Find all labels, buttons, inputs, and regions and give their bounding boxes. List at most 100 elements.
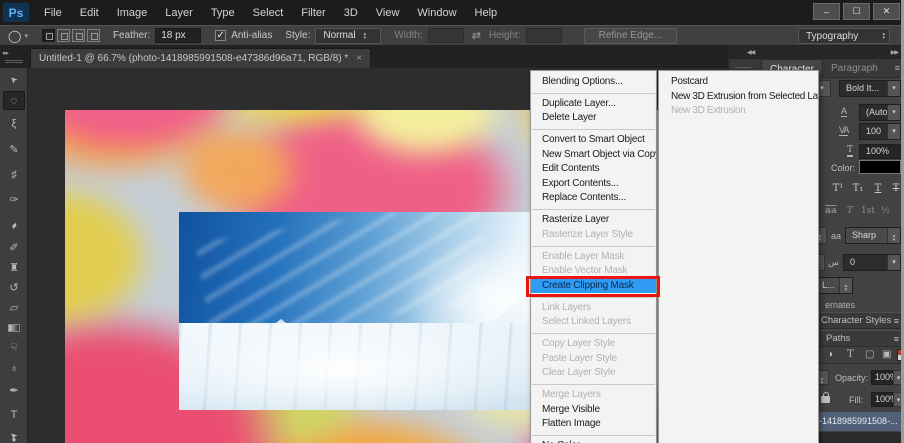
menu-item[interactable]: New Smart Object via Copy [531, 148, 656, 163]
layer-context-menu: Blending Options... Duplicate Layer... D… [530, 70, 657, 443]
language-dropdown[interactable]: L... ▴ ▾ [815, 277, 853, 294]
panel-menu-icon[interactable]: ≡ [894, 331, 899, 347]
clone-stamp-tool[interactable]: ♜ [3, 258, 25, 277]
adjustment-filter-icon[interactable]: ◑ [827, 349, 833, 360]
menu-view[interactable]: View [367, 3, 409, 23]
panel-menu-icon[interactable]: ≡ [894, 313, 899, 329]
panel-grip[interactable] [735, 67, 751, 68]
document-tab[interactable]: Untitled-1 @ 66.7% (photo-1418985991508-… [30, 48, 372, 68]
type-filter-icon[interactable]: T [847, 349, 854, 360]
menu-item[interactable]: New 3D Extrusion from Selected Layer [659, 90, 818, 105]
menu-item[interactable]: Export Contents... [531, 177, 656, 192]
brush-tool[interactable]: ✐ [3, 238, 25, 257]
intersect-selection-button[interactable] [86, 29, 100, 42]
minimize-button[interactable]: – [813, 3, 840, 20]
menu-item[interactable]: Blending Options... [531, 75, 656, 90]
smudge-tool[interactable]: ☟ [3, 338, 25, 357]
text-color-swatch[interactable] [859, 160, 901, 174]
refine-edge-button[interactable]: Refine Edge... [583, 27, 677, 44]
menu-layer[interactable]: Layer [156, 3, 202, 23]
eyedropper-tool[interactable]: ✑ [3, 190, 25, 209]
menu-filter[interactable]: Filter [292, 3, 334, 23]
superscript-button[interactable]: T¹ [829, 182, 847, 196]
toolbar-expand-icon[interactable]: ▸▸ [3, 49, 9, 57]
add-to-selection-button[interactable] [56, 29, 70, 42]
gradient-tool[interactable] [3, 318, 25, 337]
anti-alias-dropdown[interactable]: Sharp ▴ ▾ [845, 227, 901, 244]
panel-menu-icon[interactable]: ≡ [895, 63, 900, 73]
font-style-dropdown[interactable]: Bold It... ▾ [839, 80, 901, 97]
expand-panels-icon[interactable]: ▶▶ [891, 49, 899, 56]
menu-item[interactable]: No Color [531, 439, 656, 443]
tab-paragraph[interactable]: Paragraph [823, 59, 886, 78]
toolbar-header: ▸▸ [0, 47, 28, 68]
collapse-panels-icon[interactable]: ◀◀ [747, 49, 755, 56]
menu-item: Rasterize Layer Style [542, 228, 633, 240]
underline-button[interactable]: T [869, 182, 887, 196]
menu-type[interactable]: Type [202, 3, 244, 23]
menu-help[interactable]: Help [466, 3, 507, 23]
type-tool[interactable]: T [3, 405, 25, 424]
close-button[interactable]: ✕ [873, 3, 900, 20]
fractions-button[interactable]: ½ [881, 206, 890, 216]
lasso-tool[interactable]: ξ [3, 114, 25, 133]
eraser-tool[interactable]: ▱ [3, 298, 25, 317]
smart-object-filter-icon[interactable]: ▣ [882, 349, 891, 360]
menu-item[interactable]: Merge Visible [531, 403, 656, 418]
menu-item[interactable]: Convert to Smart Object [531, 133, 656, 148]
menu-item[interactable]: Postcard [659, 75, 818, 90]
menu-item[interactable]: Flatten Image [531, 417, 656, 432]
menu-edit[interactable]: Edit [71, 3, 108, 23]
new-selection-button[interactable] [41, 29, 55, 42]
menu-window[interactable]: Window [408, 3, 465, 23]
menu-separator [532, 129, 655, 131]
width-input[interactable] [427, 28, 464, 43]
elliptical-marquee-tool[interactable]: ◌ [3, 91, 25, 110]
move-tool[interactable]: ➤ [3, 70, 25, 89]
menu-item[interactable]: Edit Contents [531, 162, 656, 177]
close-tab-icon[interactable]: × [356, 53, 362, 64]
toolbar-grip[interactable] [5, 60, 23, 61]
menu-select[interactable]: Select [244, 3, 293, 23]
crop-tool[interactable]: ♯ [3, 165, 25, 184]
history-brush-tool[interactable]: ↺ [3, 278, 25, 297]
tracking-dropdown[interactable]: 100 ▾ [859, 123, 901, 140]
subtract-from-selection-button[interactable] [71, 29, 85, 42]
vertical-scale-input[interactable]: 100% [859, 144, 901, 159]
menu-item[interactable]: Delete Layer [531, 111, 656, 126]
menu-file[interactable]: File [35, 3, 71, 23]
menu-image[interactable]: Image [108, 3, 157, 23]
chevron-down-icon: ▾ [887, 105, 900, 120]
dodge-tool[interactable]: ♀ [3, 358, 25, 377]
shape-filter-icon[interactable]: ▢ [865, 349, 874, 360]
opacity-input[interactable]: 100% [871, 370, 898, 385]
healing-brush-tool[interactable]: ▰ [3, 216, 25, 235]
pen-tool[interactable]: ✒ [3, 381, 25, 400]
style-value: Normal [323, 30, 356, 41]
subscript-button[interactable]: T₁ [849, 182, 867, 196]
fill-input[interactable]: 100% [871, 392, 898, 407]
restore-button[interactable]: ☐ [843, 3, 870, 20]
feature-value-dropdown[interactable]: 0 ▾ [843, 254, 901, 271]
height-input[interactable] [525, 28, 562, 43]
panel-collapse-strip: ◀◀ ▶▶ [729, 46, 904, 59]
quick-selection-tool[interactable]: ✎ [3, 140, 25, 159]
discretionary-ligatures-button[interactable]: T [847, 206, 853, 216]
anti-alias-checkbox[interactable]: ✓ [215, 30, 227, 41]
workspace-switcher[interactable]: Typography ▴ ▾ [798, 28, 890, 44]
ordinals-button[interactable]: 1st [861, 206, 875, 216]
lock-icon[interactable] [821, 392, 830, 403]
feature-value: 0 [850, 257, 856, 267]
leading-dropdown[interactable]: (Auto) ▾ [859, 104, 901, 121]
menu-item: New 3D Extrusion [671, 105, 746, 116]
feather-input[interactable]: 18 px [155, 28, 202, 43]
swap-dimensions-icon[interactable]: ⇄ [472, 29, 481, 42]
ellipse-shape-tool[interactable]: ● [3, 430, 25, 443]
tool-preset-picker[interactable]: ◯ ▾ [8, 29, 28, 43]
menu-3d[interactable]: 3D [335, 3, 367, 23]
ligatures-button[interactable]: aa [825, 206, 837, 216]
style-dropdown[interactable]: Normal ▴ ▾ [315, 27, 382, 44]
menu-item[interactable]: Replace Contents... [531, 191, 656, 206]
menu-item[interactable]: Rasterize Layer [531, 213, 656, 228]
menu-item[interactable]: Duplicate Layer... [531, 97, 656, 112]
